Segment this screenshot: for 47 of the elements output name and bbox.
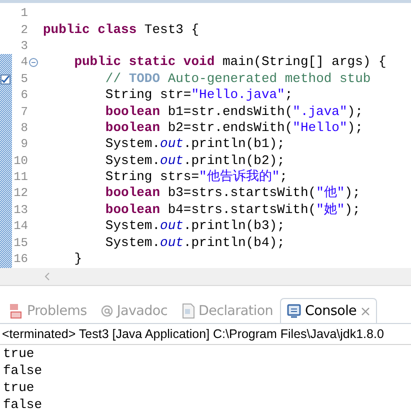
- line-number: 15: [12, 236, 28, 250]
- line-number: 16: [12, 252, 28, 266]
- code-line: boolean b2=str.endsWith("Hello");: [104, 120, 363, 136]
- line-number: 12: [12, 186, 28, 200]
- code-line: System.out.println(b2);: [104, 152, 285, 169]
- code-line: System.out.println(b3);: [104, 218, 285, 234]
- code-line: System.out.println(b1);: [104, 136, 285, 152]
- line-number: 11: [12, 170, 28, 184]
- console-output-line: true: [2, 379, 36, 396]
- problems-icon: [9, 303, 23, 319]
- horizontal-scrollbar[interactable]: [0, 268, 411, 286]
- collapse-icon[interactable]: [29, 58, 38, 67]
- console-status: <terminated> Test3 [Java Application] C:\Program Files\Java\jdk1.8.0: [2, 327, 384, 341]
- view-tab[interactable]: Console: [280, 298, 377, 323]
- scroll-left-icon[interactable]: [44, 272, 50, 281]
- view-tab[interactable]: Declaration: [174, 298, 280, 323]
- line-number: 4: [20, 55, 28, 70]
- code-line: boolean b3=strs.startsWith("他");: [104, 185, 360, 202]
- line-number: 14: [12, 219, 28, 234]
- line-number: 13: [12, 202, 28, 217]
- code-line: String strs="他告诉我的";: [104, 169, 288, 186]
- console-output-line: true: [2, 345, 36, 362]
- console-output-line: false: [2, 396, 44, 413]
- code-line: System.out.println(b4);: [104, 234, 285, 251]
- line-number: 7: [20, 104, 28, 119]
- code-line: public class Test3 {: [43, 22, 200, 38]
- view-tab[interactable]: Javadoc: [94, 298, 174, 323]
- line-number: 9: [20, 137, 28, 152]
- code-line: boolean b1=str.endsWith(".java");: [104, 104, 363, 120]
- close-icon[interactable]: [360, 306, 370, 316]
- at-sign-icon: [100, 305, 113, 317]
- line-number: 1: [20, 6, 28, 20]
- line-number: 10: [12, 154, 28, 168]
- console-output-line: false: [2, 362, 44, 379]
- document-icon: [182, 303, 194, 319]
- view-tab[interactable]: Problems: [2, 298, 94, 323]
- monitor-icon: [287, 304, 302, 318]
- line-number: 6: [20, 88, 28, 102]
- code-line: }: [73, 251, 82, 268]
- line-number: 2: [20, 22, 28, 37]
- code-line: public static void main(String[] args) {: [73, 54, 386, 70]
- code-line: String str="Hello.java";: [104, 87, 293, 104]
- code-line: // TODO Auto-generated method stub: [104, 70, 371, 87]
- code-line: boolean b4=strs.startsWith("她");: [104, 202, 360, 218]
- line-number: 3: [20, 38, 28, 53]
- line-number: 5: [20, 72, 28, 86]
- line-number: 8: [20, 120, 28, 135]
